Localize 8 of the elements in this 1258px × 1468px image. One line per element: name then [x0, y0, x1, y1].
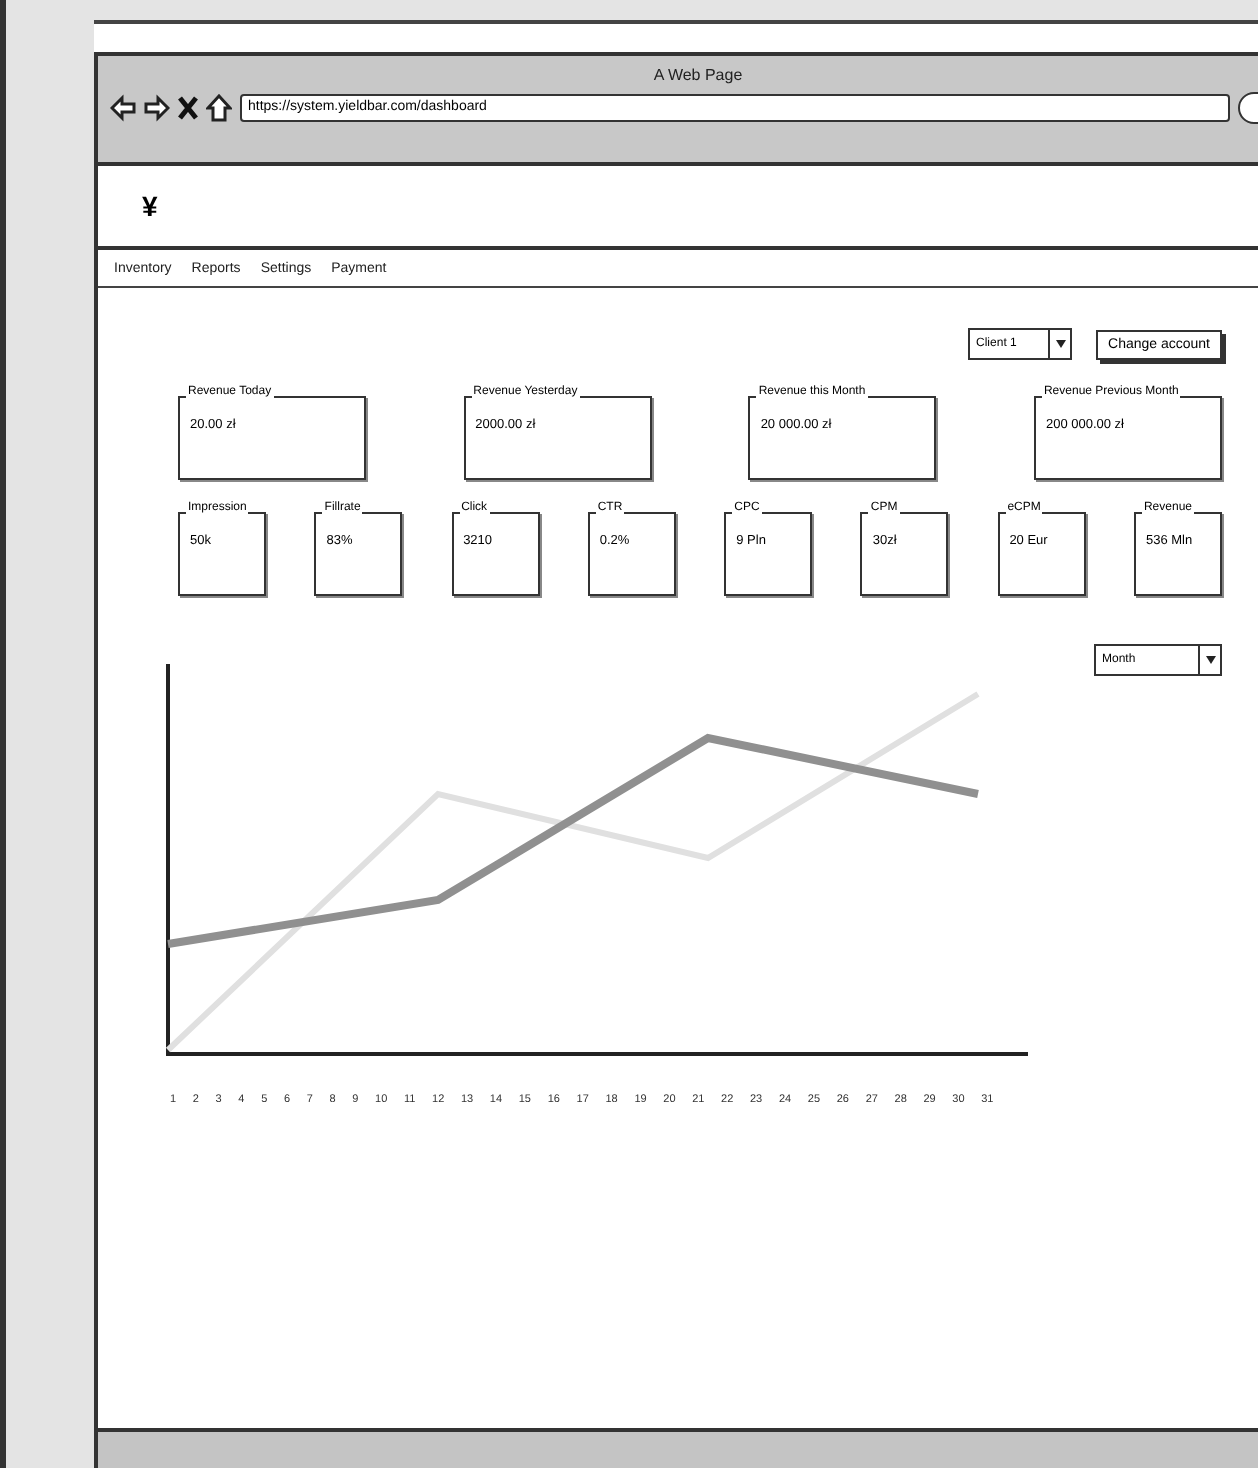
- close-icon[interactable]: [178, 96, 198, 120]
- forward-icon[interactable]: [144, 94, 170, 122]
- logo: ¥: [142, 190, 158, 222]
- back-icon[interactable]: [110, 94, 136, 122]
- caret-icon: [1205, 656, 1215, 664]
- window-title: A Web Page: [651, 66, 745, 84]
- home-icon[interactable]: [206, 94, 232, 122]
- caret-icon: [1055, 340, 1066, 348]
